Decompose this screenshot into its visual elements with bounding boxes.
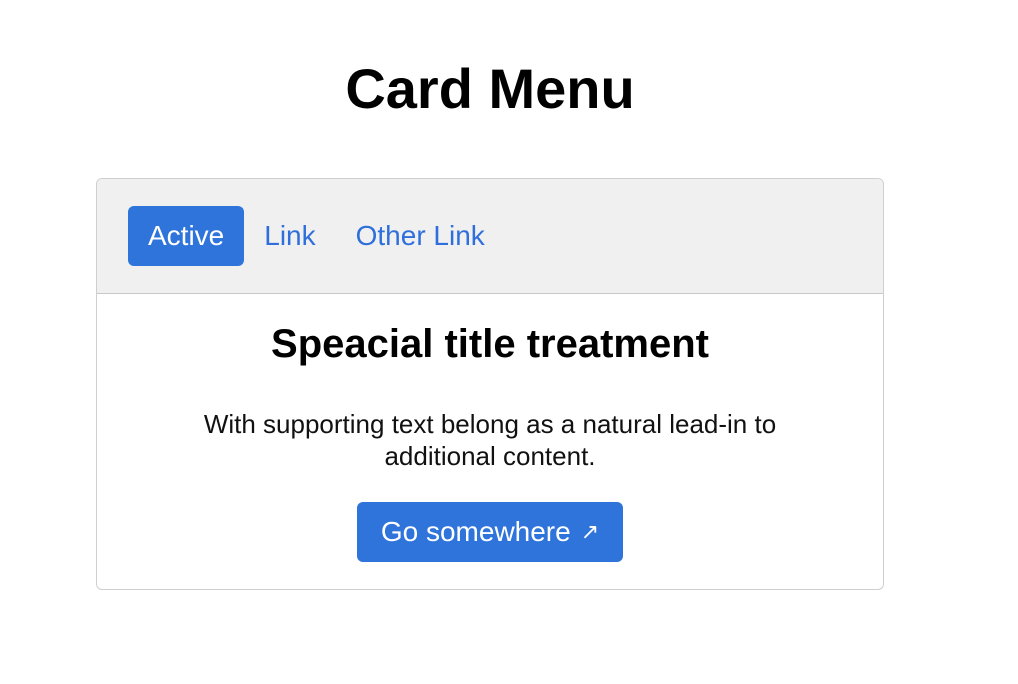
- card-nav: Active Link Other Link: [128, 206, 505, 266]
- card: Active Link Other Link Speacial title tr…: [96, 178, 884, 590]
- go-somewhere-button-label: Go somewhere: [380, 516, 571, 547]
- card-text: With supporting text belong as a natural…: [203, 409, 777, 471]
- nav-item-other-link[interactable]: Other Link: [336, 206, 505, 266]
- nav-item-active[interactable]: Active: [128, 206, 245, 266]
- card-body: Speacial title treatment With supporting…: [97, 294, 883, 589]
- nav-item-link[interactable]: Link: [244, 206, 335, 266]
- go-somewhere-button[interactable]: Go somewhere ↗: [357, 502, 623, 562]
- card-title: Speacial title treatment: [271, 322, 709, 366]
- external-link-arrow-icon: ↗: [580, 520, 600, 545]
- card-header: Active Link Other Link: [97, 179, 883, 294]
- page-title: Card Menu: [345, 57, 635, 120]
